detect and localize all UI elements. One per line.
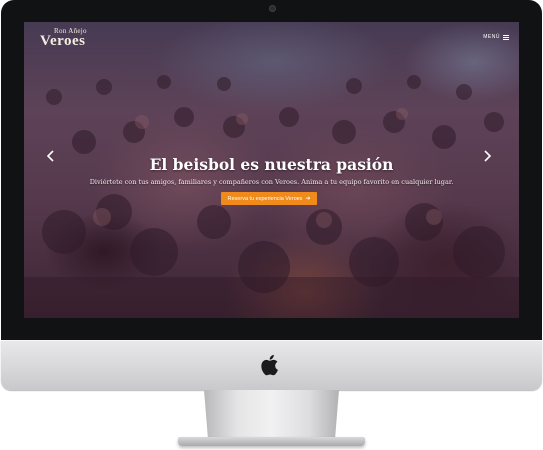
menu-label: MENÚ — [483, 34, 500, 40]
arrow-right-icon: ➔ — [305, 196, 311, 202]
hero-headline: El beisbol es nuestra pasión — [149, 155, 394, 174]
logo-wordmark: Veroes — [40, 33, 86, 49]
camera-icon — [269, 5, 276, 12]
hamburger-icon — [503, 34, 509, 40]
website-screen: Ron Añejo Veroes MENÚ El beisbol es nues… — [24, 22, 519, 318]
hero-subtext: Diviértete con tus amigos, familiares y … — [89, 178, 454, 186]
monitor-stand — [204, 390, 339, 440]
menu-button[interactable]: MENÚ — [483, 34, 509, 40]
reserve-experience-button[interactable]: Reserva tu experiencia Veroes ➔ — [221, 192, 317, 205]
cta-label: Reserva tu experiencia Veroes — [227, 195, 303, 202]
monitor-base — [178, 437, 365, 446]
apple-logo-icon — [261, 354, 278, 376]
